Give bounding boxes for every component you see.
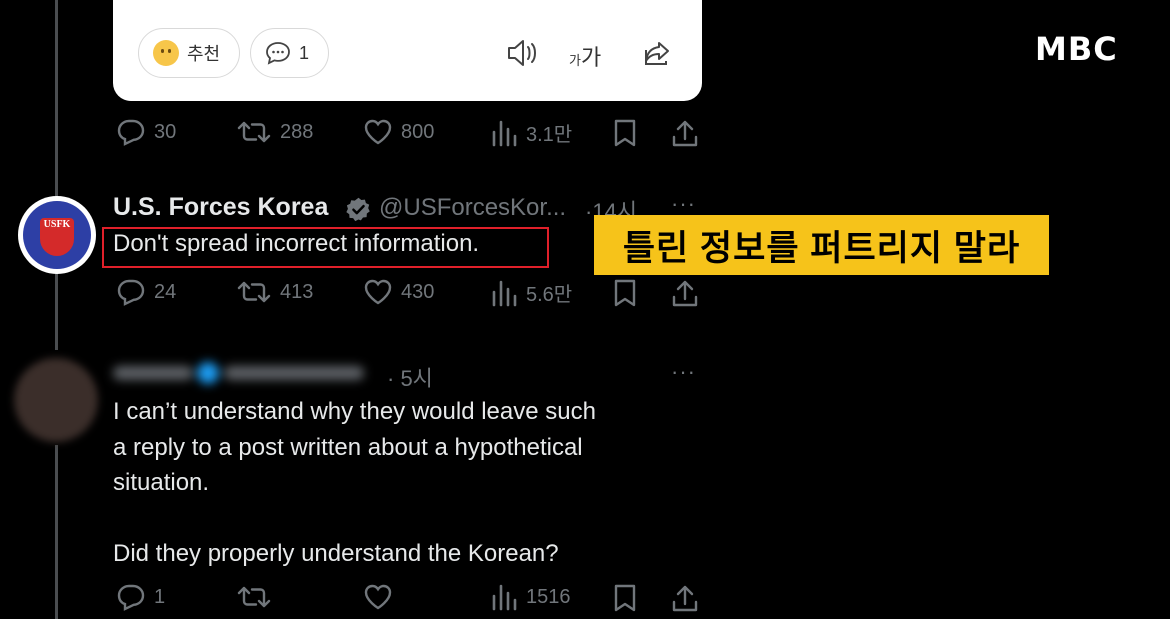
bookmark-icon [614, 119, 636, 147]
repost-button[interactable]: 288 [236, 118, 313, 146]
views-count: 5.6만 [526, 284, 573, 306]
speaker-icon [508, 40, 536, 66]
views-icon [492, 120, 517, 146]
bookmark-button[interactable] [612, 278, 638, 308]
heart-icon [364, 119, 392, 145]
tweet-actions: 24 413 430 5.6만 [113, 278, 703, 308]
tweet-text: Don't spread incorrect information. [113, 230, 480, 257]
share-button[interactable] [643, 38, 673, 73]
heart-icon [364, 584, 392, 610]
bookmark-icon [614, 279, 636, 307]
heart-icon [364, 279, 392, 305]
share-icon [672, 585, 698, 612]
views-button[interactable]: 3.1만 [490, 118, 572, 147]
more-options-button[interactable]: ··· [671, 191, 696, 217]
reply-count: 30 [154, 120, 177, 143]
mbc-logo: MBC [1035, 30, 1118, 68]
usfk-avatar[interactable]: USFK [18, 196, 96, 274]
repost-icon [237, 121, 271, 143]
thread-line [55, 445, 58, 619]
reply-time[interactable]: · 5시 [387, 361, 433, 393]
author-name[interactable]: U.S. Forces Korea [113, 193, 328, 222]
bookmark-icon [614, 584, 636, 612]
share-icon [645, 42, 669, 65]
like-count: 430 [401, 280, 435, 303]
reply-count: 1 [154, 585, 166, 608]
views-icon [492, 584, 517, 611]
font-small-label: 가 [569, 53, 581, 68]
repost-button[interactable]: 413 [236, 278, 313, 306]
like-button[interactable]: 800 [363, 118, 434, 146]
reply-icon [117, 584, 145, 611]
bookmark-button[interactable] [612, 583, 638, 613]
avatar-emblem: USFK [23, 201, 91, 269]
share-button[interactable] [671, 278, 699, 308]
repost-count: 413 [280, 280, 314, 303]
reply-icon [117, 119, 145, 146]
recommend-button[interactable]: 추천 [138, 28, 240, 78]
views-button[interactable]: 5.6만 [490, 278, 572, 307]
comment-button[interactable]: 1 [250, 28, 329, 78]
views-count: 3.1만 [526, 124, 573, 146]
reply-text: I can’t understand why they would leave … [113, 398, 596, 567]
share-button[interactable] [671, 583, 699, 613]
repost-count: 288 [280, 120, 314, 143]
tweet-actions: 30 288 800 3.1만 [113, 118, 703, 148]
bookmark-button[interactable] [612, 118, 638, 148]
more-options-button[interactable]: ··· [671, 359, 696, 385]
font-large-label: 가 [580, 45, 602, 70]
repost-button[interactable] [236, 583, 272, 611]
comment-count: 1 [299, 42, 310, 63]
views-icon [492, 280, 517, 306]
reply-icon [117, 279, 145, 306]
speaker-button[interactable] [506, 38, 540, 73]
recommend-label: 추천 [187, 44, 221, 64]
like-count: 800 [401, 120, 435, 143]
repost-icon [237, 586, 271, 608]
repost-icon [237, 281, 271, 303]
reply-button[interactable]: 24 [116, 278, 176, 306]
tweet-actions: 1 1516 [113, 583, 703, 613]
share-icon [672, 120, 698, 147]
avatar-text: USFK [43, 219, 71, 230]
like-button[interactable]: 430 [363, 278, 434, 306]
views-button[interactable]: 1516 [490, 583, 571, 611]
share-button[interactable] [671, 118, 699, 148]
reply-count: 24 [154, 280, 177, 303]
reply-button[interactable]: 30 [116, 118, 176, 146]
author-handle[interactable]: @USForcesKor... [379, 194, 566, 222]
share-icon [672, 280, 698, 307]
blurred-avatar[interactable] [14, 358, 98, 442]
smiley-icon [153, 40, 179, 66]
comment-icon [266, 42, 290, 65]
news-caption: 틀린 정보를 퍼트리지 말라 [594, 215, 1049, 275]
reply-button[interactable]: 1 [116, 583, 165, 611]
views-count: 1516 [526, 585, 571, 608]
verified-badge-icon [346, 197, 370, 222]
font-size-button[interactable]: 가가 [569, 40, 601, 72]
like-button[interactable] [363, 583, 393, 611]
blurred-author-name [113, 362, 383, 384]
article-card: 추천 1 가가 [113, 0, 702, 101]
thread-line [55, 0, 58, 350]
